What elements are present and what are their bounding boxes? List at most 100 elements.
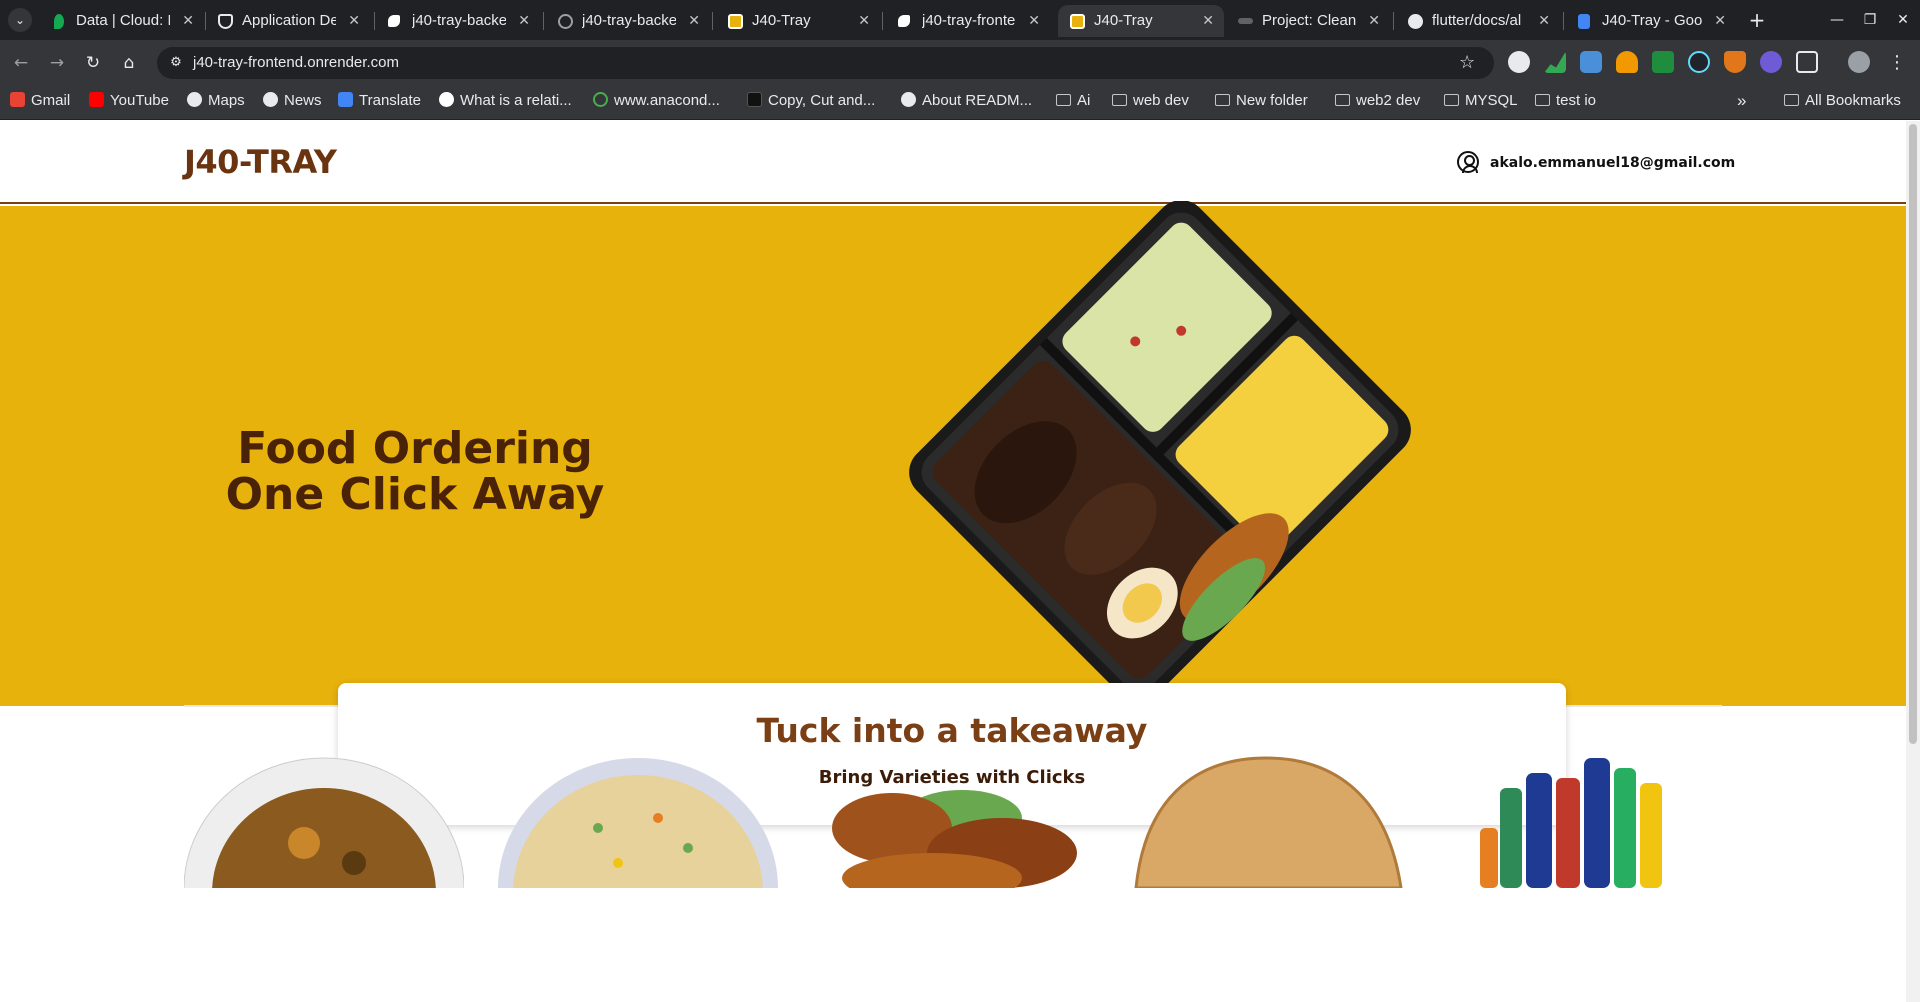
tab-7[interactable]: Project: Clean ✕ <box>1226 5 1390 37</box>
folder-icon <box>1112 94 1127 106</box>
react-extension-icon[interactable] <box>1688 51 1710 73</box>
bookmark-news[interactable]: News <box>263 88 322 114</box>
close-icon[interactable]: ✕ <box>1368 5 1380 37</box>
profile-avatar[interactable] <box>1848 51 1870 73</box>
tab-4[interactable]: J40-Tray ✕ <box>716 5 880 37</box>
meat-chunk <box>288 827 320 859</box>
folder-icon <box>1444 94 1459 106</box>
leaf-chunk <box>342 851 366 875</box>
home-button[interactable]: ⌂ <box>116 50 142 76</box>
bookmark-copy-cut[interactable]: Copy, Cut and... <box>747 88 875 114</box>
camera-extension-icon[interactable] <box>1580 51 1602 73</box>
soft-drinks-image[interactable] <box>1440 748 1720 888</box>
reload-button[interactable]: ↻ <box>80 50 106 76</box>
meat-pie-image[interactable] <box>1126 748 1406 888</box>
docs-icon <box>1578 14 1590 29</box>
close-icon[interactable]: ✕ <box>182 5 194 37</box>
egusi-soup-image[interactable] <box>184 748 464 888</box>
site-logo[interactable]: J40-TRAY <box>184 143 337 181</box>
globe-icon <box>187 92 202 107</box>
youtube-icon <box>89 92 104 107</box>
tab-6-active[interactable]: J40-Tray ✕ <box>1058 5 1224 37</box>
tab-9[interactable]: J40-Tray - Goo ✕ <box>1566 5 1736 37</box>
tab-0[interactable]: Data | Cloud: M ✕ <box>40 5 204 37</box>
carrot <box>653 813 663 823</box>
bookmark-star-icon[interactable]: ☆ <box>1459 51 1475 75</box>
all-bookmarks-folder[interactable]: All Bookmarks <box>1784 88 1901 114</box>
back-button[interactable]: ← <box>8 50 34 76</box>
folder-icon <box>1535 94 1550 106</box>
hex-icon <box>747 92 762 107</box>
sheets-extension-icon[interactable] <box>1652 51 1674 73</box>
close-icon[interactable]: ✕ <box>1028 5 1040 37</box>
bookmark-folder-ai[interactable]: Ai <box>1056 88 1090 114</box>
bookmark-youtube[interactable]: YouTube <box>89 88 169 114</box>
bookmark-maps[interactable]: Maps <box>187 88 245 114</box>
tab-3[interactable]: j40-tray-backe ✕ <box>546 5 710 37</box>
tab-separator <box>882 12 883 30</box>
scrollbar-thumb[interactable] <box>1909 124 1917 744</box>
globe-icon <box>263 92 278 107</box>
folder-icon <box>1335 94 1350 106</box>
close-icon[interactable]: ✕ <box>1538 5 1550 37</box>
close-icon[interactable]: ✕ <box>348 5 360 37</box>
tab-search-button[interactable]: ⌄ <box>8 8 32 32</box>
close-icon[interactable]: ✕ <box>858 5 870 37</box>
corn <box>613 858 623 868</box>
tab-2[interactable]: j40-tray-backe ✕ <box>376 5 540 37</box>
url-text[interactable]: j40-tray-frontend.onrender.com <box>193 52 399 74</box>
tab-separator <box>543 12 544 30</box>
pea <box>683 843 693 853</box>
render-icon <box>388 15 400 27</box>
bookmark-folder-mysql[interactable]: MYSQL <box>1444 88 1518 114</box>
restore-button[interactable]: ❐ <box>1855 6 1885 34</box>
github-icon <box>1408 14 1423 29</box>
bookmark-gmail[interactable]: Gmail <box>10 88 70 114</box>
tab-separator <box>712 12 713 30</box>
gear-extension-icon[interactable] <box>1760 51 1782 73</box>
owl-extension-icon[interactable] <box>1508 51 1530 73</box>
user-account-icon[interactable] <box>1457 151 1479 173</box>
bookmark-google-search[interactable]: What is a relati... <box>439 88 572 114</box>
forward-button[interactable]: → <box>44 50 70 76</box>
tab-1[interactable]: Application De ✕ <box>206 5 370 37</box>
minimize-button[interactable]: — <box>1822 6 1852 34</box>
close-icon[interactable]: ✕ <box>1714 5 1726 37</box>
bookmark-about-readme[interactable]: About READM... <box>901 88 1032 114</box>
menu-kebab-icon[interactable]: ⋮ <box>1884 50 1910 76</box>
new-tab-button[interactable]: + <box>1743 6 1771 34</box>
bookmark-translate[interactable]: Translate <box>338 88 421 114</box>
bottle <box>1584 758 1610 888</box>
close-window-button[interactable]: ✕ <box>1888 6 1918 34</box>
firebase-extension-icon[interactable] <box>1616 51 1638 73</box>
pea <box>593 823 603 833</box>
user-email[interactable]: akalo.emmanuel18@gmail.com <box>1490 150 1735 176</box>
bottle <box>1480 828 1498 888</box>
bottle <box>1500 788 1522 888</box>
metamask-extension-icon[interactable] <box>1724 51 1746 73</box>
bottle <box>1556 778 1580 888</box>
close-icon[interactable]: ✕ <box>518 5 530 37</box>
bookmark-folder-web2-dev[interactable]: web2 dev <box>1335 88 1420 114</box>
food-tray-image <box>909 201 1411 701</box>
fried-rice-image[interactable] <box>498 748 778 888</box>
close-icon[interactable]: ✕ <box>688 5 700 37</box>
tab-separator <box>1393 12 1394 30</box>
pie-crust <box>1134 756 1403 888</box>
tab-5[interactable]: j40-tray-fronte ✕ <box>886 5 1050 37</box>
bookmark-anaconda[interactable]: www.anacond... <box>593 88 720 114</box>
tab-8[interactable]: flutter/docs/al ✕ <box>1396 5 1560 37</box>
puzzle-extensions-icon[interactable] <box>1796 51 1818 73</box>
more-bookmarks-button[interactable]: » <box>1737 88 1746 114</box>
bookmark-folder-web-dev[interactable]: web dev <box>1112 88 1189 114</box>
bookmark-folder-new-folder[interactable]: New folder <box>1215 88 1308 114</box>
tab-separator <box>1563 12 1564 30</box>
close-icon[interactable]: ✕ <box>1202 5 1214 37</box>
folder-icon <box>1784 94 1799 106</box>
site-info-icon[interactable]: ⚙ <box>167 54 185 72</box>
shield-icon <box>218 14 233 29</box>
tab-separator <box>374 12 375 30</box>
bookmark-folder-test-io[interactable]: test io <box>1535 88 1596 114</box>
grilled-chicken-image[interactable] <box>812 748 1092 888</box>
folder-icon <box>1215 94 1230 106</box>
